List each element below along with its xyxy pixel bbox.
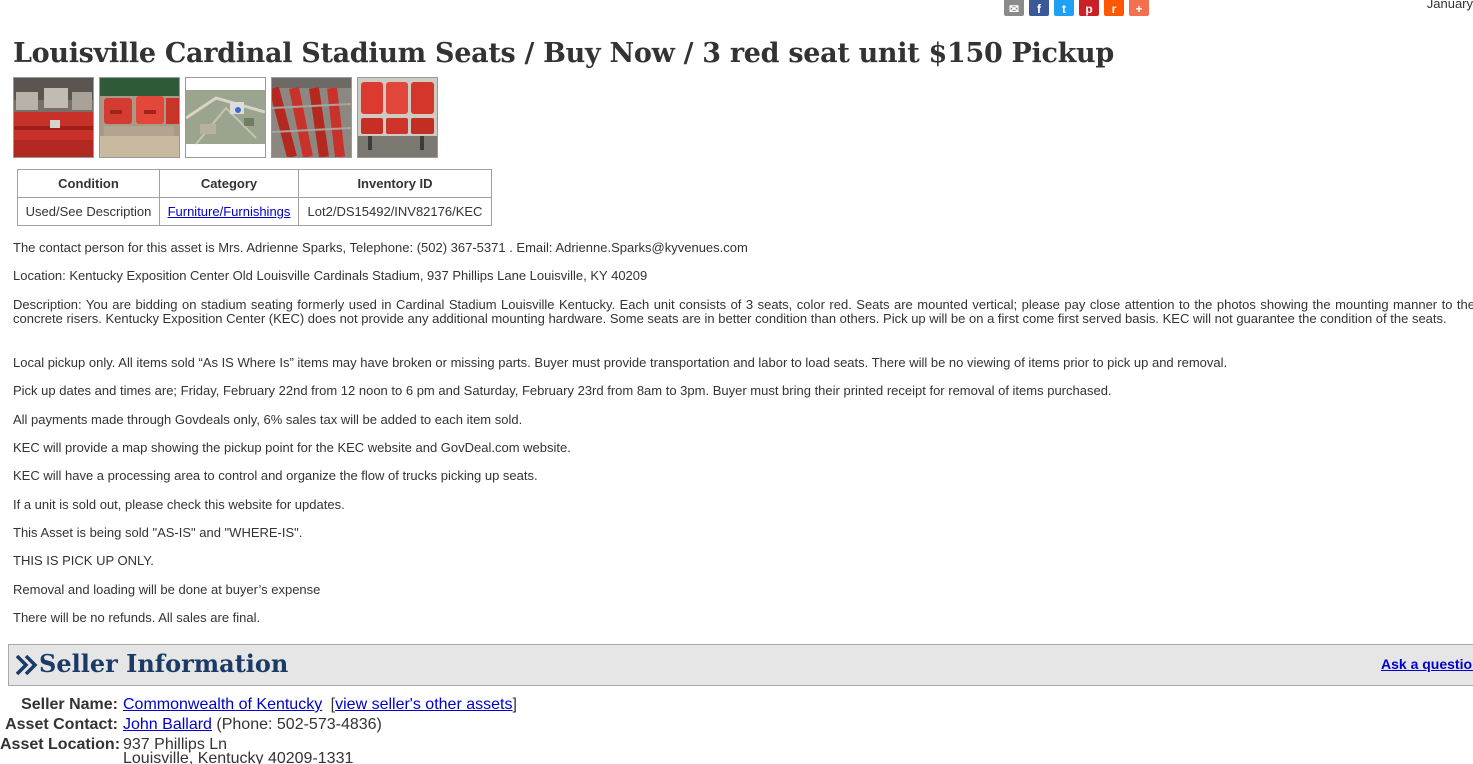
pickup-dates-text: Pick up dates and times are; Friday, Feb…	[13, 383, 1112, 398]
category-link[interactable]: Furniture/Furnishings	[168, 204, 291, 219]
condition-header: Condition	[17, 169, 160, 198]
inventory-id-header: Inventory ID	[298, 169, 492, 198]
double-chevron-right-icon	[15, 654, 38, 680]
asset-contact-label: Asset Contact:	[5, 716, 118, 733]
top-bar: ✉ f t p r + January	[0, 0, 1473, 20]
condition-value: Used/See Description	[17, 197, 160, 226]
share-toolbar: ✉ f t p r +	[1004, 0, 1154, 16]
asset-location-line2: Louisville, Kentucky 40209-1331	[123, 750, 354, 764]
more-share-icon[interactable]: +	[1129, 0, 1149, 16]
pickup-only-text: THIS IS PICK UP ONLY.	[13, 553, 154, 568]
inventory-id-value: Lot2/DS15492/INV82176/KEC	[298, 197, 492, 226]
seller-name-label: Seller Name:	[21, 696, 118, 713]
seller-name-value: Commonwealth of Kentucky [view seller's …	[123, 696, 517, 714]
info-table-header-row: Condition Category Inventory ID	[17, 169, 492, 198]
email-share-icon[interactable]: ✉	[1004, 0, 1024, 16]
ask-question-link[interactable]: Ask a question	[1381, 656, 1473, 672]
date-text: January	[1426, 0, 1473, 11]
facebook-share-icon[interactable]: f	[1029, 0, 1049, 16]
listing-page: ✉ f t p r + January Louisville Cardinal Stadi…	[0, 0, 1473, 764]
contact-phone: (Phone: 502-573-4836)	[216, 716, 382, 733]
twitter-share-icon[interactable]: t	[1054, 0, 1074, 16]
pinterest-share-icon[interactable]: p	[1079, 0, 1099, 16]
refunds-text: There will be no refunds. All sales are …	[13, 610, 261, 625]
listing-title: Louisville Cardinal Stadium Seats / Buy …	[13, 38, 1114, 69]
location-text: Location: Kentucky Exposition Center Old…	[13, 268, 648, 283]
seller-info-header: Seller Information Ask a question	[8, 644, 1473, 686]
category-header: Category	[159, 169, 299, 198]
asset-contact-value: John Ballard (Phone: 502-573-4836)	[123, 716, 382, 734]
seller-info-title: Seller Information	[39, 649, 289, 678]
payments-text: All payments made through Govdeals only,…	[13, 412, 523, 427]
contact-name-link[interactable]: John Ballard	[123, 716, 212, 733]
asset-info-table: Condition Category Inventory ID Used/See…	[17, 169, 492, 226]
description-text: Description: You are bidding on stadium …	[13, 297, 1473, 326]
thumbnail-seat-unit[interactable]	[357, 77, 438, 158]
reddit-share-icon[interactable]: r	[1104, 0, 1124, 16]
thumbnail-seat-photo-1[interactable]	[13, 77, 94, 158]
other-assets-link[interactable]: view seller's other assets	[335, 696, 512, 713]
thumbnail-aerial-map[interactable]	[185, 77, 266, 158]
removal-text: Removal and loading will be done at buye…	[13, 582, 321, 597]
thumbnail-gallery	[13, 77, 443, 158]
thumbnail-seat-rows[interactable]	[271, 77, 352, 158]
local-pickup-text: Local pickup only. All items sold “As IS…	[13, 355, 1228, 370]
thumbnail-seat-photo-2[interactable]	[99, 77, 180, 158]
as-is-text: This Asset is being sold "AS-IS" and "WH…	[13, 525, 303, 540]
contact-text: The contact person for this asset is Mrs…	[13, 240, 748, 255]
sold-out-text: If a unit is sold out, please check this…	[13, 497, 345, 512]
processing-text: KEC will have a processing area to contr…	[13, 468, 538, 483]
seller-name-link[interactable]: Commonwealth of Kentucky	[123, 696, 322, 713]
info-table-row: Used/See Description Furniture/Furnishin…	[17, 197, 492, 226]
category-cell: Furniture/Furnishings	[159, 197, 299, 226]
other-assets-bracket-close: ]	[512, 696, 517, 713]
map-text: KEC will provide a map showing the picku…	[13, 440, 571, 455]
asset-location-label: Asset Location:	[0, 736, 121, 753]
